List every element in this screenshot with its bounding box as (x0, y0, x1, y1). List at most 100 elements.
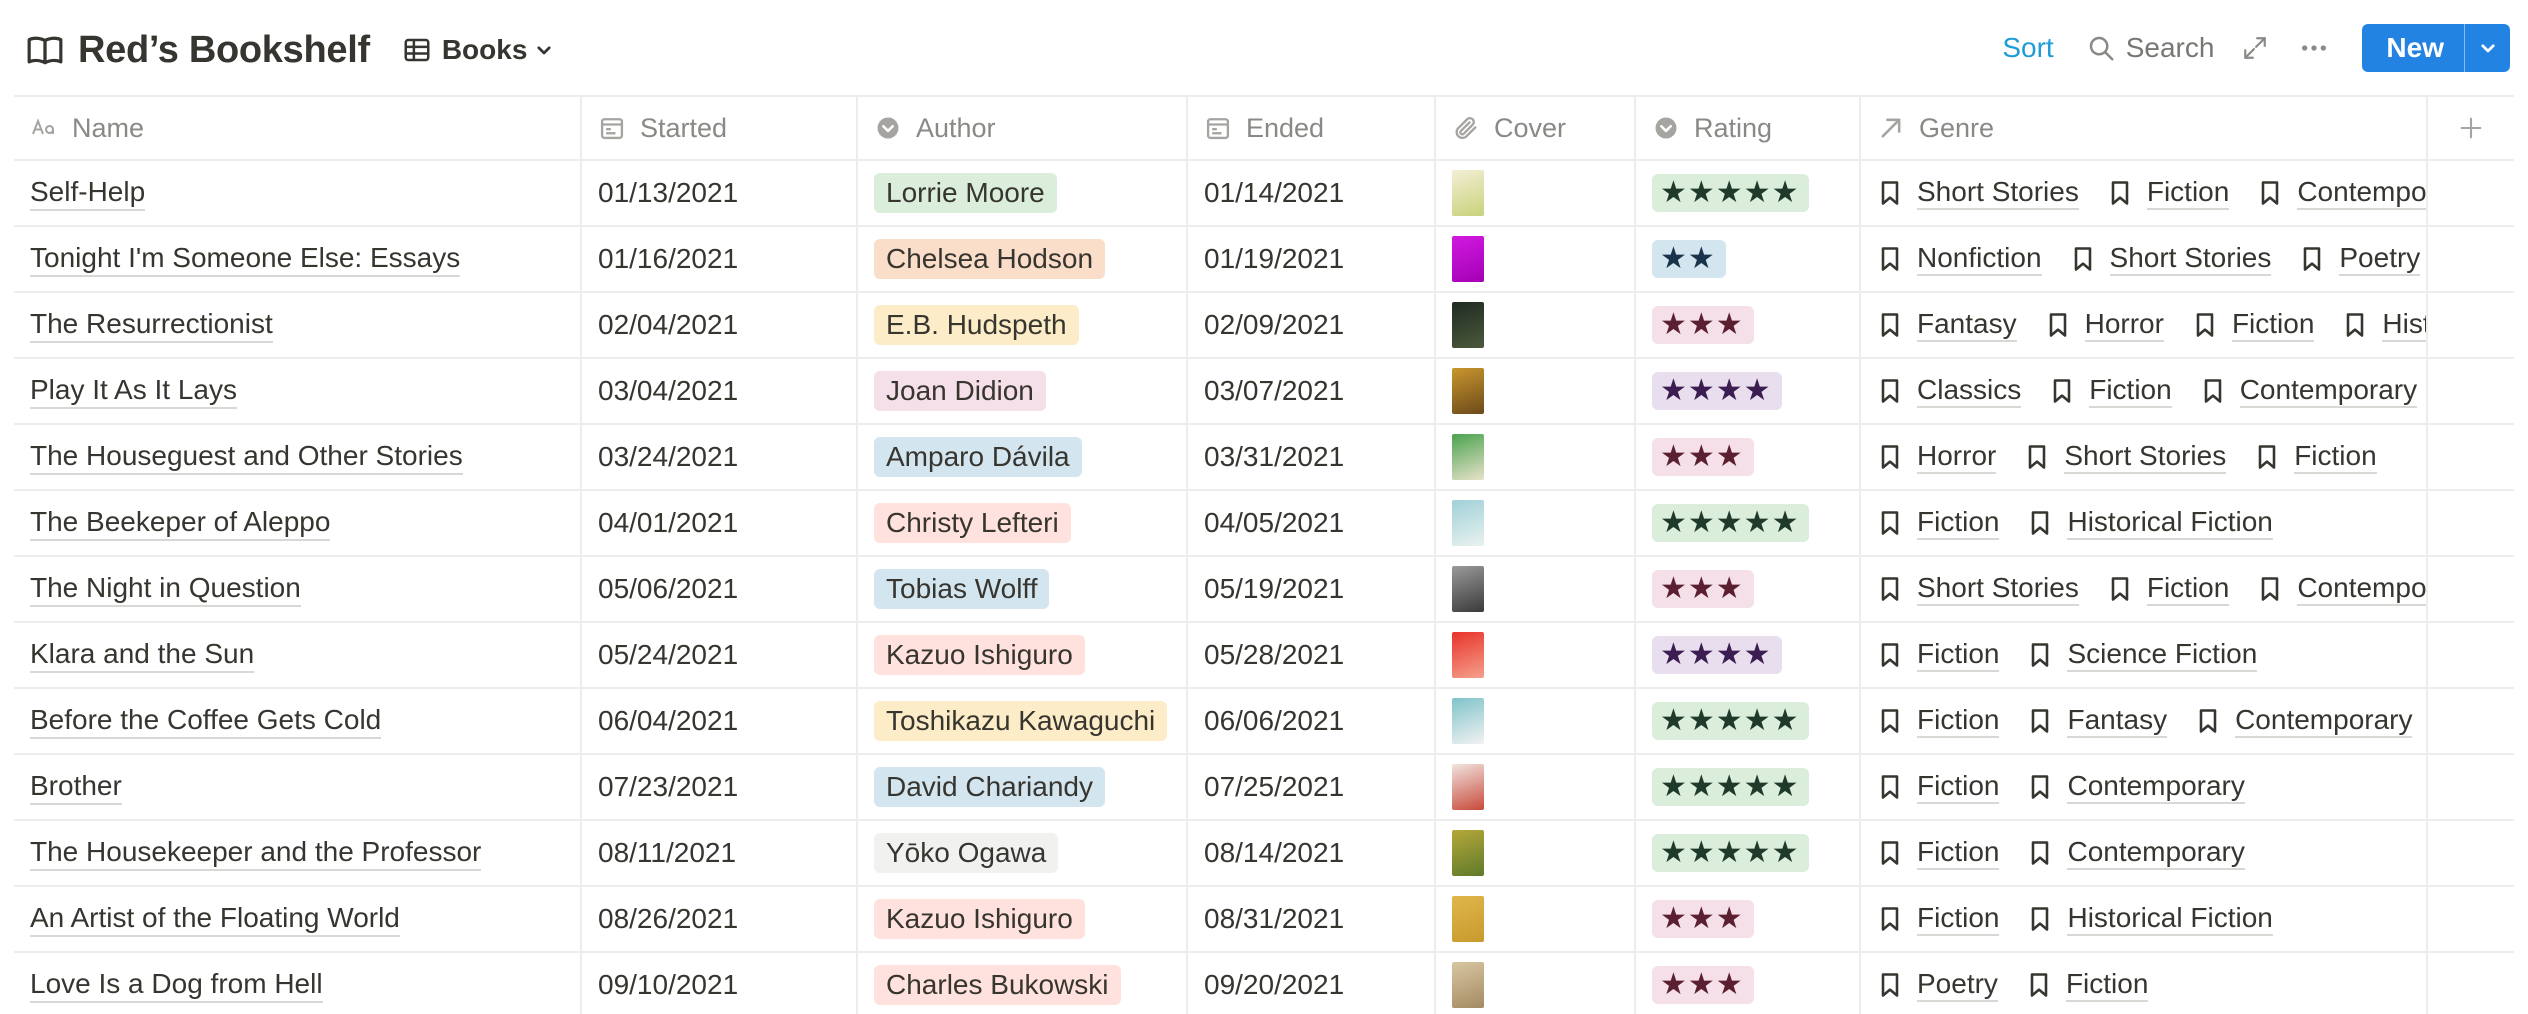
view-switcher[interactable]: Books (396, 28, 560, 72)
genre-link[interactable]: Contemporary (2027, 770, 2245, 804)
started-cell[interactable]: 06/04/2021 (582, 689, 858, 753)
genre-link[interactable]: Horror (2045, 308, 2164, 342)
author-cell[interactable]: Chelsea Hodson (858, 227, 1188, 291)
started-cell[interactable]: 03/24/2021 (582, 425, 858, 489)
genre-link[interactable]: Fiction (2107, 176, 2230, 210)
ended-cell[interactable]: 05/19/2021 (1188, 557, 1436, 621)
cover-thumbnail[interactable] (1452, 830, 1484, 876)
ended-cell[interactable]: 01/14/2021 (1188, 161, 1436, 225)
table-row[interactable]: Brother 07/23/2021 David Chariandy 07/25… (14, 755, 2514, 821)
genre-cell[interactable]: Fiction Contemporary (1861, 821, 2428, 885)
genre-cell[interactable]: Fiction Science Fiction (1861, 623, 2428, 687)
started-cell[interactable]: 07/23/2021 (582, 755, 858, 819)
expand-icon[interactable] (2242, 35, 2268, 61)
cover-thumbnail[interactable] (1452, 698, 1484, 744)
name-cell[interactable]: The Housekeeper and the Professor (14, 821, 582, 885)
ended-cell[interactable]: 02/09/2021 (1188, 293, 1436, 357)
genre-link[interactable]: Fiction (1877, 770, 2000, 804)
author-cell[interactable]: Christy Lefteri (858, 491, 1188, 555)
rating-cell[interactable]: ★★ (1636, 227, 1861, 291)
genre-link[interactable]: Contemporary (2257, 176, 2426, 210)
table-row[interactable]: An Artist of the Floating World 08/26/20… (14, 887, 2514, 953)
genre-link[interactable]: Fantasy (1877, 308, 2017, 342)
more-options-icon[interactable] (2298, 32, 2330, 64)
column-header-cover[interactable]: Cover (1436, 97, 1636, 159)
book-title[interactable]: The Night in Question (30, 572, 301, 607)
search-button[interactable]: Search (2086, 32, 2214, 64)
cover-cell[interactable] (1436, 821, 1636, 885)
book-title[interactable]: Tonight I'm Someone Else: Essays (30, 242, 461, 277)
book-title[interactable]: Before the Coffee Gets Cold (30, 704, 382, 739)
author-cell[interactable]: Kazuo Ishiguro (858, 887, 1188, 951)
column-header-genre[interactable]: Genre (1861, 97, 2428, 159)
genre-link[interactable]: Short Stories (1877, 572, 2079, 606)
genre-link[interactable]: Fiction (2254, 440, 2377, 474)
rating-cell[interactable]: ★★★ (1636, 887, 1861, 951)
book-title[interactable]: The Houseguest and Other Stories (30, 440, 463, 475)
book-title[interactable]: The Housekeeper and the Professor (30, 836, 482, 871)
cover-thumbnail[interactable] (1452, 500, 1484, 546)
genre-link[interactable]: Fiction (1877, 836, 2000, 870)
add-property-button[interactable] (2428, 97, 2514, 159)
cover-cell[interactable] (1436, 557, 1636, 621)
cover-cell[interactable] (1436, 623, 1636, 687)
new-button[interactable]: New (2362, 24, 2464, 72)
genre-cell[interactable]: Short Stories Fiction Contemporary (1861, 557, 2428, 621)
column-header-author[interactable]: Author (858, 97, 1188, 159)
name-cell[interactable]: Brother (14, 755, 582, 819)
author-cell[interactable]: David Chariandy (858, 755, 1188, 819)
genre-link[interactable]: Fiction (2192, 308, 2315, 342)
genre-link[interactable]: Short Stories (2024, 440, 2227, 474)
ended-cell[interactable]: 08/31/2021 (1188, 887, 1436, 951)
table-row[interactable]: Tonight I'm Someone Else: Essays 01/16/2… (14, 227, 2514, 293)
genre-cell[interactable]: Fiction Contemporary (1861, 755, 2428, 819)
ended-cell[interactable]: 09/20/2021 (1188, 953, 1436, 1014)
rating-cell[interactable]: ★★★★★ (1636, 821, 1861, 885)
cover-thumbnail[interactable] (1452, 632, 1484, 678)
name-cell[interactable]: Play It As It Lays (14, 359, 582, 423)
started-cell[interactable]: 05/24/2021 (582, 623, 858, 687)
rating-cell[interactable]: ★★★★ (1636, 623, 1861, 687)
genre-link[interactable]: Contemporary (2195, 704, 2413, 738)
rating-cell[interactable]: ★★★ (1636, 425, 1861, 489)
table-row[interactable]: Klara and the Sun 05/24/2021 Kazuo Ishig… (14, 623, 2514, 689)
column-header-started[interactable]: Started (582, 97, 858, 159)
started-cell[interactable]: 02/04/2021 (582, 293, 858, 357)
cover-cell[interactable] (1436, 161, 1636, 225)
started-cell[interactable]: 08/26/2021 (582, 887, 858, 951)
cover-cell[interactable] (1436, 491, 1636, 555)
cover-cell[interactable] (1436, 227, 1636, 291)
name-cell[interactable]: Love Is a Dog from Hell (14, 953, 582, 1014)
cover-cell[interactable] (1436, 755, 1636, 819)
genre-link[interactable]: Poetry (1877, 968, 1998, 1002)
rating-cell[interactable]: ★★★★★ (1636, 491, 1861, 555)
column-header-name[interactable]: Name (14, 97, 582, 159)
genre-cell[interactable]: Short Stories Fiction Contemporary (1861, 161, 2428, 225)
genre-cell[interactable]: Fiction Historical Fiction (1861, 491, 2428, 555)
started-cell[interactable]: 01/13/2021 (582, 161, 858, 225)
genre-link[interactable]: Historical Fiction (2342, 308, 2426, 342)
author-cell[interactable]: Joan Didion (858, 359, 1188, 423)
genre-cell[interactable]: Horror Short Stories Fiction (1861, 425, 2428, 489)
author-cell[interactable]: Lorrie Moore (858, 161, 1188, 225)
ended-cell[interactable]: 08/14/2021 (1188, 821, 1436, 885)
genre-link[interactable]: Contemporary (2257, 572, 2426, 606)
rating-cell[interactable]: ★★★★ (1636, 359, 1861, 423)
table-row[interactable]: Love Is a Dog from Hell 09/10/2021 Charl… (14, 953, 2514, 1014)
started-cell[interactable]: 08/11/2021 (582, 821, 858, 885)
genre-link[interactable]: Fiction (1877, 902, 2000, 936)
genre-link[interactable]: Short Stories (2070, 242, 2272, 276)
name-cell[interactable]: The Houseguest and Other Stories (14, 425, 582, 489)
genre-cell[interactable]: Fiction Historical Fiction (1861, 887, 2428, 951)
book-title[interactable]: Love Is a Dog from Hell (30, 968, 323, 1003)
started-cell[interactable]: 01/16/2021 (582, 227, 858, 291)
column-header-rating[interactable]: Rating (1636, 97, 1861, 159)
genre-link[interactable]: Science Fiction (2027, 638, 2258, 672)
started-cell[interactable]: 05/06/2021 (582, 557, 858, 621)
genre-cell[interactable]: Fiction Fantasy Contemporary (1861, 689, 2428, 753)
cover-cell[interactable] (1436, 359, 1636, 423)
ended-cell[interactable]: 03/31/2021 (1188, 425, 1436, 489)
genre-link[interactable]: Short Stories (1877, 176, 2079, 210)
name-cell[interactable]: Before the Coffee Gets Cold (14, 689, 582, 753)
genre-link[interactable]: Fiction (1877, 506, 2000, 540)
